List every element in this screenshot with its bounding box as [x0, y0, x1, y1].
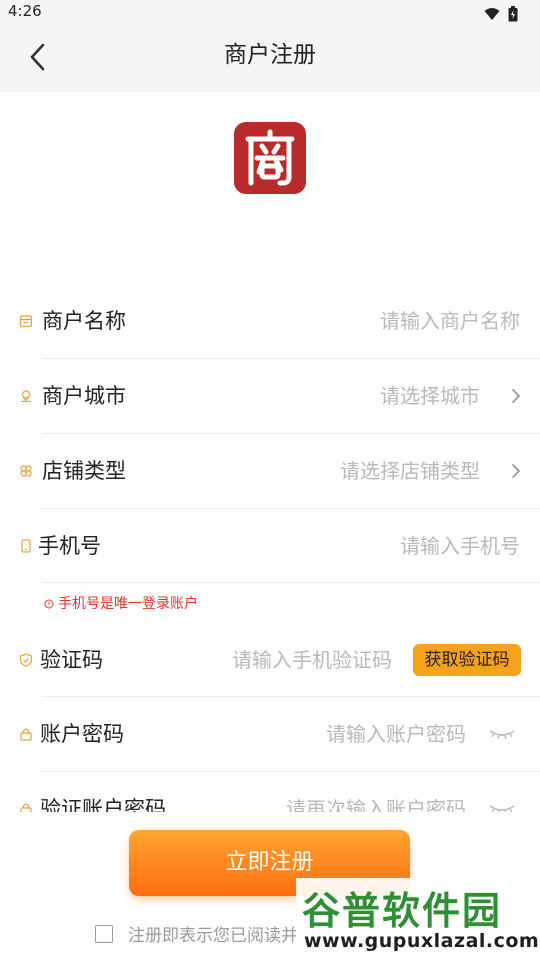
- shield-icon: [19, 653, 33, 667]
- confirm-password-row[interactable]: 验证账户密码 请再次输入账户密码: [0, 772, 540, 812]
- phone-hint: 手机号是唯一登录账户: [58, 596, 198, 612]
- status-icons: [484, 3, 518, 22]
- lock-icon: [20, 728, 32, 741]
- merchant-name-input[interactable]: 请输入商户名称: [380, 284, 520, 359]
- merchant-city-row[interactable]: 商户城市 请选择城市: [0, 359, 540, 434]
- store-type-select[interactable]: 请选择店铺类型: [340, 434, 480, 509]
- city-select[interactable]: 请选择城市: [380, 359, 480, 434]
- phone-label: 手机号: [38, 534, 101, 558]
- password-label: 账户密码: [40, 722, 124, 746]
- confirm-password-input[interactable]: 请再次输入账户密码: [286, 772, 466, 812]
- chevron-right-icon: [512, 464, 520, 478]
- location-icon: [21, 390, 31, 403]
- eye-closed-icon[interactable]: [488, 727, 516, 741]
- merchant-name-label: 商户名称: [42, 309, 126, 333]
- status-bar: 4:26: [0, 0, 540, 24]
- store-icon: [19, 315, 33, 328]
- merchant-name-row[interactable]: 商户名称 请输入商户名称: [0, 284, 540, 359]
- back-arrow-icon[interactable]: [24, 39, 56, 75]
- battery-icon: [508, 5, 518, 21]
- status-time: 4:26: [8, 2, 42, 20]
- lock-icon: [20, 803, 32, 812]
- category-icon: [20, 465, 32, 477]
- divider: [42, 582, 540, 583]
- password-row[interactable]: 账户密码 请输入账户密码: [0, 697, 540, 772]
- confirm-password-label: 验证账户密码: [40, 797, 166, 812]
- code-label: 验证码: [40, 648, 103, 672]
- phone-row[interactable]: 手机号 请输入手机号: [0, 509, 540, 584]
- watermark: 谷普软件园 www.gupuxlazal.com: [296, 878, 540, 956]
- chevron-right-icon: [512, 389, 520, 403]
- merchant-city-label: 商户城市: [42, 384, 126, 408]
- password-input[interactable]: 请输入账户密码: [326, 697, 466, 772]
- wifi-icon: [484, 7, 500, 20]
- app-logo: [234, 122, 306, 194]
- info-icon: [44, 594, 56, 609]
- app-header: 商户注册: [0, 24, 540, 92]
- store-type-row[interactable]: 店铺类型 请选择店铺类型: [0, 434, 540, 509]
- merchant-logo-icon: [245, 129, 295, 186]
- eye-closed-icon[interactable]: [488, 802, 516, 812]
- get-code-button[interactable]: 获取验证码: [413, 644, 521, 676]
- code-input[interactable]: 请输入手机验证码: [232, 623, 392, 698]
- watermark-title: 谷普软件园: [302, 889, 503, 933]
- watermark-url: www.gupuxlazal.com: [304, 930, 540, 952]
- phone-input[interactable]: 请输入手机号: [400, 509, 520, 584]
- register-form-panel: 商户名称 请输入商户名称 商户城市 请选择城市 店铺类型 请选择店铺类型 手机号…: [0, 92, 540, 812]
- page-title: 商户注册: [224, 42, 316, 68]
- store-type-label: 店铺类型: [42, 459, 126, 483]
- phone-icon: [21, 539, 31, 553]
- agreement-checkbox[interactable]: [95, 925, 113, 943]
